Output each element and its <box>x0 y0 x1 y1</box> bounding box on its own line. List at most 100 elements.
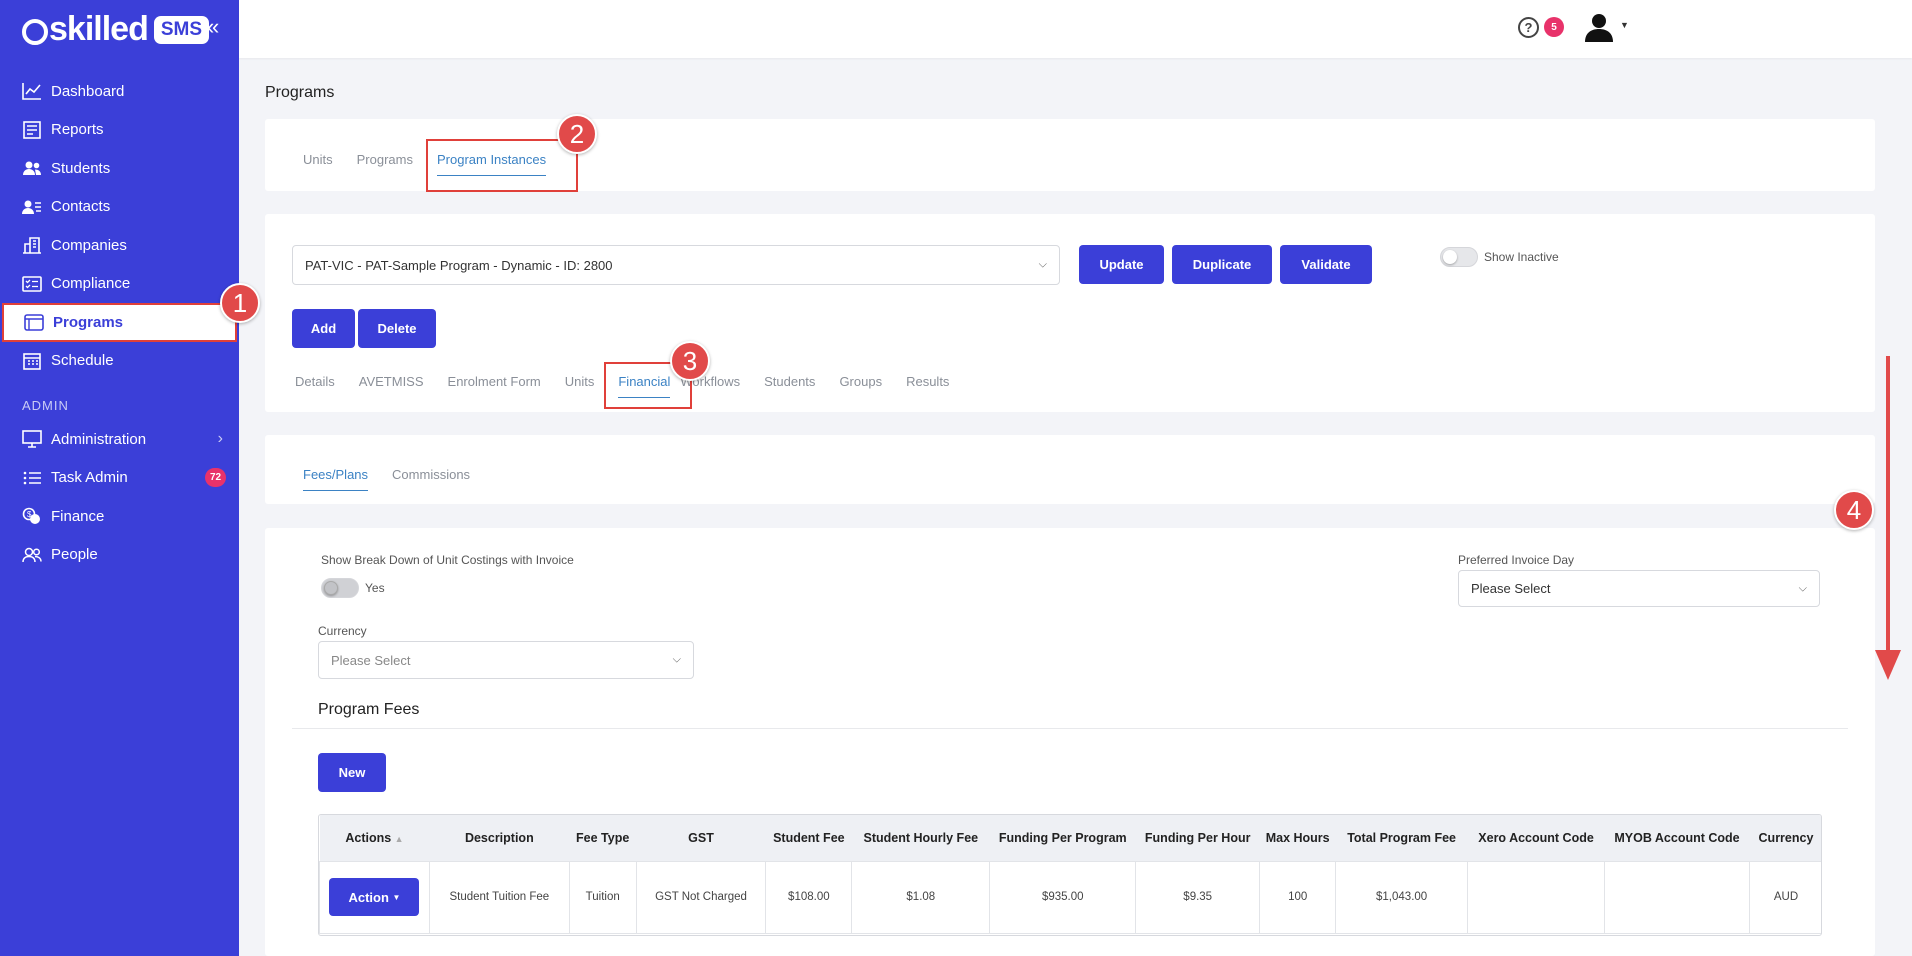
col-fee-type: Fee Type <box>569 815 637 861</box>
chevron-right-icon: › <box>217 430 223 448</box>
tab-enrolment-form[interactable]: Enrolment Form <box>448 374 541 398</box>
sidebar-item-schedule[interactable]: Schedule <box>0 342 239 381</box>
sidebar-item-label: Contacts <box>51 198 111 216</box>
tab-units[interactable]: Units <box>303 152 333 176</box>
cell-total-program-fee: $1,043.00 <box>1335 860 1469 934</box>
col-gst: GST <box>636 815 766 861</box>
show-inactive-label: Show Inactive <box>1484 250 1559 264</box>
report-icon <box>22 120 42 140</box>
sidebar-item-label: Schedule <box>51 352 114 370</box>
help-icon[interactable]: ? <box>1518 17 1539 38</box>
user-avatar-icon[interactable] <box>1583 12 1619 44</box>
table-row: Action ▼ Student Tuition Fee Tuition GST… <box>319 860 1821 934</box>
collapse-sidebar-icon[interactable]: « <box>207 14 219 40</box>
tab-fees-plans[interactable]: Fees/Plans <box>303 467 369 491</box>
sidebar-item-students[interactable]: Students <box>0 149 239 188</box>
invoice-day-select[interactable]: Please Select ⌵ <box>1458 570 1820 607</box>
sort-icon: ▲ <box>394 833 404 844</box>
logo-e-mark <box>22 18 48 45</box>
program-instance-select-value: PAT-VIC - PAT-Sample Program - Dynamic -… <box>305 257 613 273</box>
cell-student-fee: $108.00 <box>765 860 853 934</box>
tab-program-instances[interactable]: Program Instances <box>436 152 547 176</box>
cell-currency: AUD <box>1748 860 1821 934</box>
task-count-badge: 72 <box>205 468 226 488</box>
currency-select[interactable]: Please Select ⌵ <box>318 641 694 679</box>
cell-funding-per-hour: $9.35 <box>1135 860 1261 934</box>
delete-button[interactable]: Delete <box>358 309 436 348</box>
chevron-down-icon: ⌵ <box>672 653 681 666</box>
cell-xero-account-code <box>1467 860 1606 934</box>
col-student-fee: Student Fee <box>765 815 852 861</box>
list-icon <box>22 468 42 488</box>
tab-commissions[interactable]: Commissions <box>392 467 470 491</box>
program-fees-table: Actions ▲ Description Fee Type GST Stude… <box>319 815 1821 934</box>
building-icon <box>22 235 42 255</box>
tab-results[interactable]: Results <box>906 374 949 398</box>
window-icon <box>24 312 44 332</box>
sidebar-item-programs[interactable]: Programs <box>2 303 237 342</box>
cell-gst: GST Not Charged <box>635 860 767 934</box>
sidebar-item-compliance[interactable]: Compliance <box>0 265 239 304</box>
contacts-icon <box>22 197 42 217</box>
currency-placeholder: Please Select <box>331 652 411 668</box>
row-action-button[interactable]: Action ▼ <box>329 878 420 916</box>
tab-students[interactable]: Students <box>764 374 815 398</box>
sidebar-item-contacts[interactable]: Contacts <box>0 188 239 227</box>
breakdown-toggle[interactable] <box>321 578 359 598</box>
cell-student-hourly-fee: $1.08 <box>851 860 991 934</box>
tab-avetmiss[interactable]: AVETMISS <box>359 374 424 398</box>
chart-line-icon <box>22 81 42 101</box>
notification-badge: 5 <box>1544 17 1564 37</box>
show-inactive-toggle[interactable] <box>1440 247 1478 267</box>
cell-action: Action ▼ <box>319 860 430 934</box>
program-instance-select[interactable]: PAT-VIC - PAT-Sample Program - Dynamic -… <box>292 245 1060 285</box>
sidebar-item-people[interactable]: People <box>0 536 239 575</box>
financial-tabs-card: Fees/Plans Commissions <box>265 435 1875 504</box>
tab-financial[interactable]: Financial <box>618 374 671 398</box>
logo[interactable]: skilled SMS <box>22 10 210 49</box>
sidebar-item-label: Companies <box>51 236 127 254</box>
chevron-down-icon: ⌵ <box>1038 258 1047 271</box>
col-student-hourly-fee: Student Hourly Fee <box>851 815 990 861</box>
cell-myob-account-code <box>1604 860 1750 934</box>
tab-units-sub[interactable]: Units <box>565 374 595 398</box>
calendar-icon <box>22 351 42 371</box>
sidebar-item-label: Programs <box>53 313 124 331</box>
tab-groups[interactable]: Groups <box>839 374 882 398</box>
sidebar-item-administration[interactable]: Administration › <box>0 420 239 459</box>
sidebar-item-companies[interactable]: Companies <box>0 226 239 265</box>
col-xero-account-code: Xero Account Code <box>1467 815 1605 861</box>
sidebar-item-finance[interactable]: $ Finance <box>0 497 239 536</box>
sidebar-item-label: Students <box>51 159 111 177</box>
sidebar-item-dashboard[interactable]: Dashboard <box>0 72 239 111</box>
tab-details[interactable]: Details <box>295 374 335 398</box>
sidebar-item-label: Task Admin <box>51 469 128 487</box>
breakdown-label: Show Break Down of Unit Costings with In… <box>321 553 574 567</box>
checklist-icon <box>22 274 42 294</box>
new-fee-button[interactable]: New <box>318 753 386 792</box>
sidebar-item-label: Dashboard <box>51 82 125 100</box>
sidebar-item-label: Finance <box>51 507 105 525</box>
sidebar-item-label: Reports <box>51 121 104 139</box>
add-button[interactable]: Add <box>292 309 355 348</box>
cell-description: Student Tuition Fee <box>428 860 570 934</box>
people-icon <box>22 545 42 565</box>
page-title: Programs <box>265 84 335 101</box>
chevron-down-icon[interactable]: ▼ <box>1620 20 1629 30</box>
update-button[interactable]: Update <box>1079 245 1164 284</box>
sidebar-item-label: Administration <box>51 430 147 448</box>
col-max-hours: Max Hours <box>1259 815 1336 861</box>
cell-fee-type: Tuition <box>568 860 637 934</box>
sidebar-item-reports[interactable]: Reports <box>0 111 239 150</box>
col-total-program-fee: Total Program Fee <box>1335 815 1468 861</box>
sidebar-item-task-admin[interactable]: Task Admin 72 <box>0 459 239 498</box>
invoice-day-value: Please Select <box>1471 581 1551 596</box>
col-funding-per-program: Funding Per Program <box>989 815 1136 861</box>
duplicate-button[interactable]: Duplicate <box>1172 245 1272 284</box>
validate-button[interactable]: Validate <box>1280 245 1372 284</box>
col-actions[interactable]: Actions ▲ <box>319 815 430 861</box>
sidebar: skilled SMS « Dashboard Reports Students… <box>0 0 239 956</box>
table-header-row: Actions ▲ Description Fee Type GST Stude… <box>319 815 1821 861</box>
tab-programs[interactable]: Programs <box>357 152 413 176</box>
topbar <box>239 0 1912 58</box>
